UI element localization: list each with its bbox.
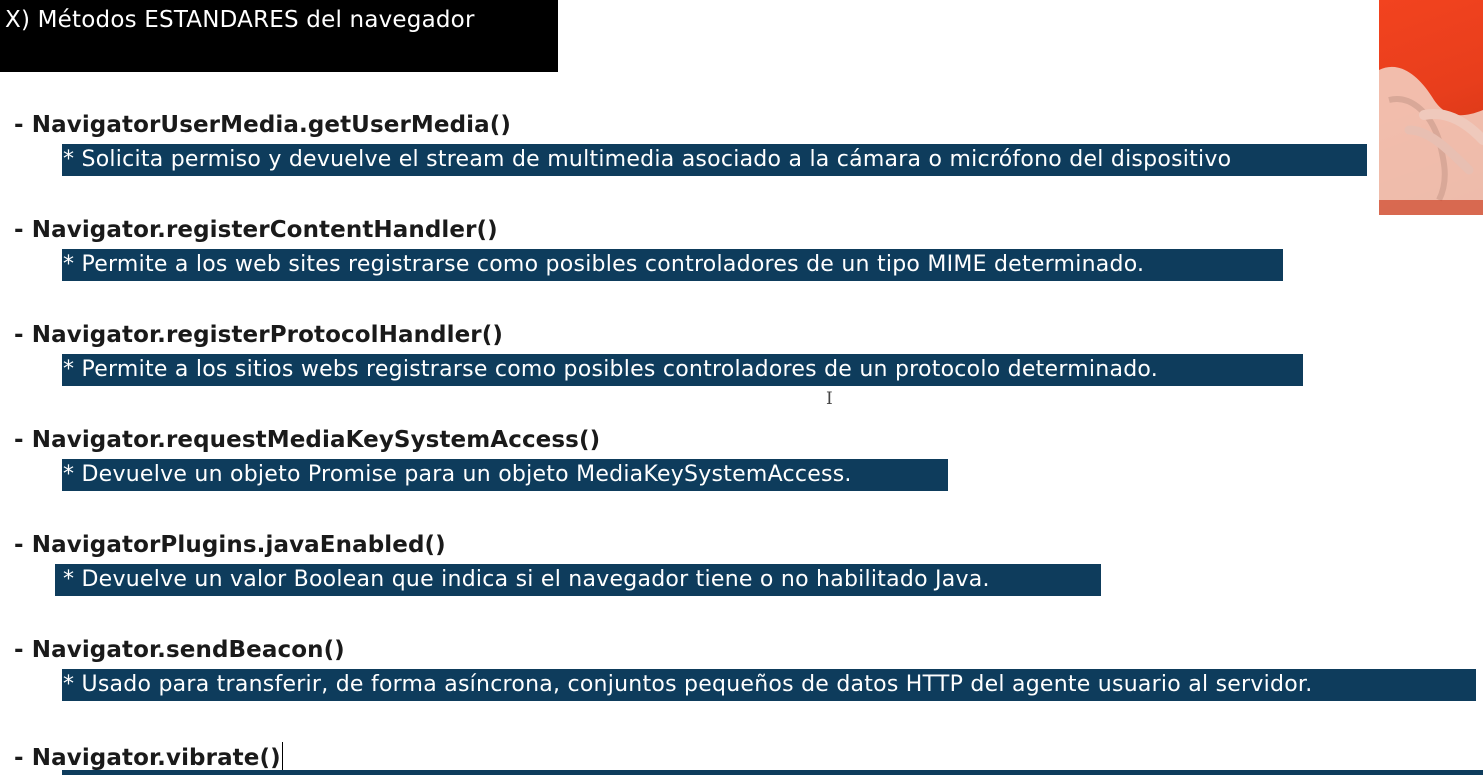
slide: X) Métodos ESTANDARES del navegador - Na… (0, 0, 1483, 775)
webcam-overlay (1379, 0, 1483, 215)
method-description[interactable]: * Devuelve un valor Boolean que indica s… (55, 564, 1101, 596)
method-name: - NavigatorPlugins.javaEnabled() (14, 532, 446, 558)
method-description[interactable]: * Permite a los web sites registrarse co… (62, 249, 1283, 281)
method-name: - Navigator.registerContentHandler() (14, 217, 498, 243)
method-name: - Navigator.sendBeacon() (14, 637, 345, 663)
method-name: - NavigatorUserMedia.getUserMedia() (14, 112, 511, 138)
method-description[interactable]: * Devuelve un objeto Promise para un obj… (62, 459, 948, 491)
method-description[interactable]: * Solicita permiso y devuelve el stream … (62, 144, 1367, 176)
method-name: - Navigator.vibrate() (14, 742, 283, 771)
slide-title: X) Métodos ESTANDARES del navegador (0, 0, 558, 72)
hand-image (1379, 66, 1483, 215)
method-description[interactable]: * Usado para transferir, de forma asíncr… (62, 669, 1476, 701)
method-name: - Navigator.requestMediaKeySystemAccess(… (14, 427, 601, 453)
selection-highlight-partial (62, 770, 1483, 775)
text-ibeam-icon: I (826, 389, 833, 409)
text-caret (281, 742, 283, 770)
method-description[interactable]: * Permite a los sitios webs registrarse … (62, 354, 1303, 386)
method-name-text: - Navigator.vibrate() (14, 745, 281, 771)
method-name: - Navigator.registerProtocolHandler() (14, 322, 503, 348)
